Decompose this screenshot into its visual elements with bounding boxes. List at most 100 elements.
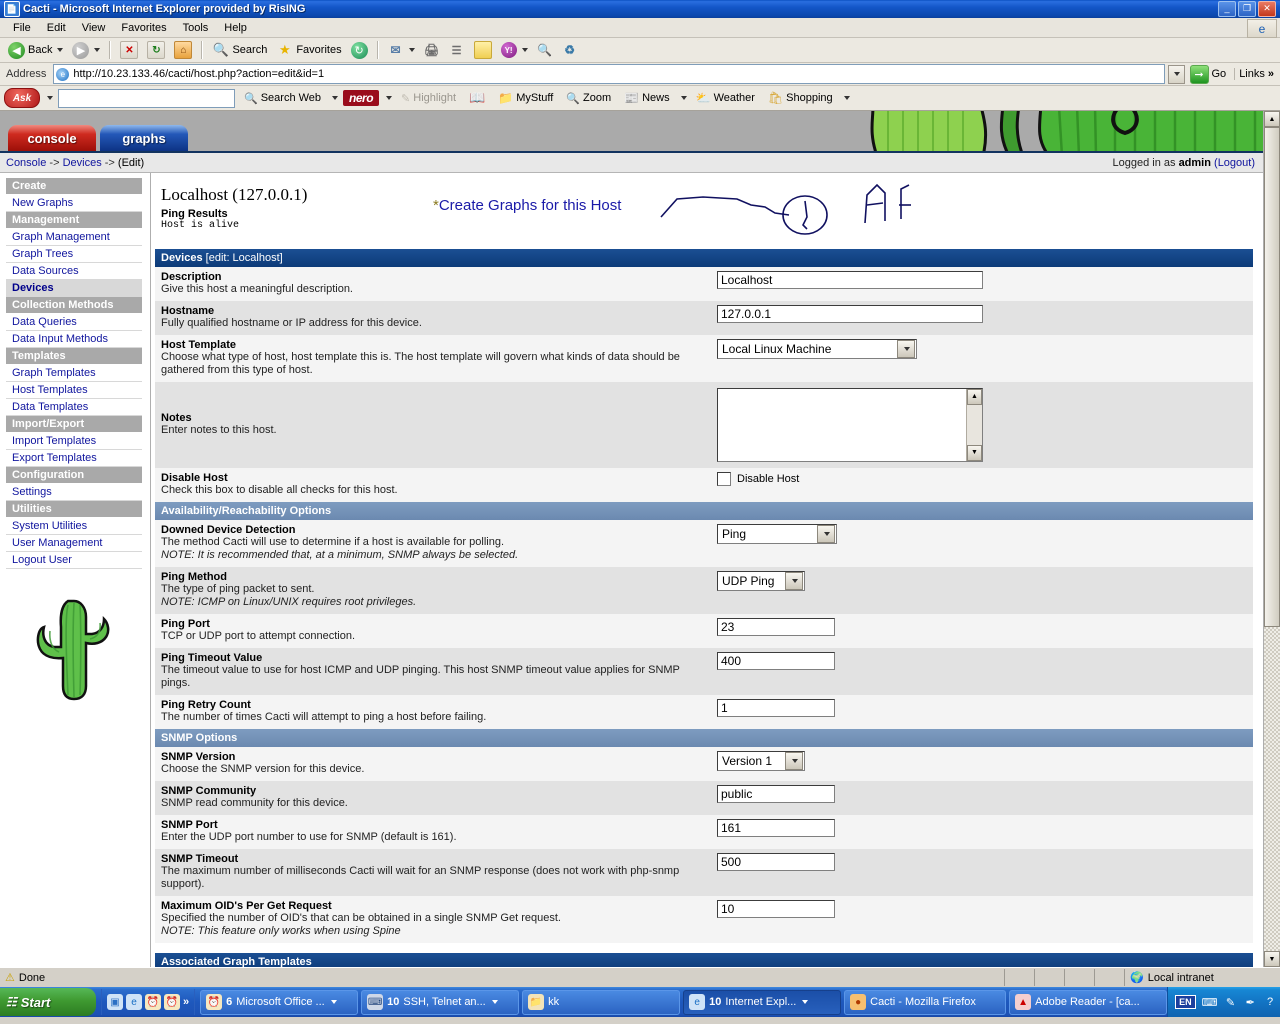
back-button[interactable]: ◀ Back <box>4 39 67 61</box>
discuss-button[interactable]: ♻ <box>558 39 582 61</box>
sidebar-item-graph-trees[interactable]: Graph Trees <box>6 246 142 263</box>
description-input[interactable] <box>717 271 983 289</box>
chevron-down-icon[interactable] <box>680 96 687 100</box>
snmp-port-input[interactable] <box>717 819 835 837</box>
language-indicator[interactable]: EN <box>1175 995 1196 1009</box>
sidebar-item-system-utilities[interactable]: System Utilities <box>6 518 142 535</box>
print-button[interactable]: 🖨 <box>420 39 444 61</box>
maximize-button[interactable]: ❐ <box>1238 1 1256 17</box>
links-bar[interactable]: Links » <box>1234 68 1278 80</box>
ping-method-select[interactable]: UDP Ping <box>717 571 805 591</box>
scrollbar-thumb[interactable] <box>1264 127 1280 627</box>
chevron-down-icon[interactable] <box>521 48 528 52</box>
zoom-button[interactable]: 🔍 Zoom <box>562 87 615 109</box>
scroll-up-button[interactable]: ▲ <box>1264 111 1280 127</box>
menu-view[interactable]: View <box>75 20 113 36</box>
task-button-adobe-reader[interactable]: ▲ Adobe Reader - [ca... <box>1009 989 1168 1015</box>
note-button[interactable] <box>470 39 496 61</box>
shopping-button[interactable]: 🛍 Shopping <box>764 87 837 109</box>
close-button[interactable]: ✕ <box>1258 1 1276 17</box>
sidebar-item-graph-templates[interactable]: Graph Templates <box>6 365 142 382</box>
ask-search-input[interactable] <box>58 88 235 108</box>
sidebar-item-data-templates[interactable]: Data Templates <box>6 399 142 416</box>
sidebar-item-devices[interactable]: Devices <box>6 280 142 297</box>
ask-menu-button[interactable]: 📖 <box>465 87 489 109</box>
edit-button[interactable]: ☰ <box>445 39 469 61</box>
sidebar-item-user-management[interactable]: User Management <box>6 535 142 552</box>
breadcrumb-devices[interactable]: Devices <box>63 157 102 169</box>
minimize-button[interactable]: _ <box>1218 1 1236 17</box>
ink-icon[interactable]: ✒ <box>1243 994 1257 1010</box>
snmp-version-select[interactable]: Version 1 <box>717 751 805 771</box>
search-web-button[interactable]: 🔍 Search Web <box>240 87 325 109</box>
logout-link[interactable]: (Logout) <box>1214 157 1255 169</box>
task-button-kk[interactable]: 📁 kk <box>522 989 681 1015</box>
downed-device-detection-select[interactable]: Ping <box>717 524 837 544</box>
quicklaunch-more-icon[interactable]: » <box>183 996 189 1008</box>
page-scrollbar[interactable]: ▲ ▼ <box>1263 111 1280 967</box>
menu-favorites[interactable]: Favorites <box>114 20 173 36</box>
ie-icon[interactable]: e <box>126 994 142 1010</box>
favorites-button[interactable]: ★ Favorites <box>272 39 345 61</box>
chevron-down-icon[interactable] <box>408 48 415 52</box>
chevron-down-icon[interactable] <box>94 48 101 52</box>
scrollbar-track[interactable] <box>1264 627 1280 951</box>
sidebar-item-data-input-methods[interactable]: Data Input Methods <box>6 331 142 348</box>
refresh-button[interactable]: ↻ <box>143 39 169 61</box>
mystuff-button[interactable]: 📁 MyStuff <box>494 87 557 109</box>
sidebar-item-data-queries[interactable]: Data Queries <box>6 314 142 331</box>
chevron-down-icon[interactable] <box>491 1000 498 1004</box>
snmp-timeout-input[interactable] <box>717 853 835 871</box>
scroll-up-icon[interactable]: ▲ <box>967 388 982 405</box>
go-button[interactable]: ➞ Go <box>1188 64 1232 84</box>
chevron-down-icon[interactable] <box>785 572 803 590</box>
start-button[interactable]: ☷ Start <box>0 988 96 1016</box>
task-button-firefox[interactable]: ● Cacti - Mozilla Firefox <box>844 989 1007 1015</box>
task-button-office[interactable]: ⏰ 6 Microsoft Office ... <box>200 989 359 1015</box>
sidebar-item-import-templates[interactable]: Import Templates <box>6 433 142 450</box>
menu-edit[interactable]: Edit <box>40 20 73 36</box>
snmp-community-input[interactable] <box>717 785 835 803</box>
news-button[interactable]: 📰 News <box>620 87 673 109</box>
task-button-ssh[interactable]: ⌨ 10 SSH, Telnet an... <box>361 989 520 1015</box>
show-desktop-icon[interactable]: ▣ <box>107 994 123 1010</box>
tab-console[interactable]: console <box>8 125 96 151</box>
menu-tools[interactable]: Tools <box>176 20 216 36</box>
host-template-select[interactable]: Local Linux Machine <box>717 339 917 359</box>
disable-host-checkbox[interactable] <box>717 472 731 486</box>
address-input[interactable]: e http://10.23.133.46/cacti/host.php?act… <box>53 64 1165 84</box>
hostname-input[interactable] <box>717 305 983 323</box>
chevron-down-icon[interactable] <box>386 96 393 100</box>
highlight-button[interactable]: ✎ Highlight <box>397 87 460 109</box>
pen-icon[interactable]: ✎ <box>1224 994 1238 1010</box>
menu-help[interactable]: Help <box>217 20 254 36</box>
max-oids-input[interactable] <box>717 900 835 918</box>
sidebar-item-new-graphs[interactable]: New Graphs <box>6 195 142 212</box>
ping-retry-count-input[interactable] <box>717 699 835 717</box>
research-button[interactable]: 🔍 <box>533 39 557 61</box>
keyboard-icon[interactable]: ⌨ <box>1202 994 1218 1010</box>
create-graphs-link[interactable]: *Create Graphs for this Host <box>433 197 621 214</box>
ping-timeout-input[interactable] <box>717 652 835 670</box>
sidebar-item-host-templates[interactable]: Host Templates <box>6 382 142 399</box>
address-dropdown-button[interactable] <box>1167 64 1185 84</box>
chevron-down-icon[interactable] <box>897 340 915 358</box>
breadcrumb-console[interactable]: Console <box>6 157 46 169</box>
mail-button[interactable]: ✉ <box>384 39 419 61</box>
stop-button[interactable]: ✕ <box>116 39 142 61</box>
chevron-down-icon[interactable] <box>843 96 850 100</box>
clock-icon-2[interactable]: ⏰ <box>164 994 180 1010</box>
links-chevron-icon[interactable]: » <box>1268 68 1274 80</box>
menu-file[interactable]: File <box>6 20 38 36</box>
scroll-down-icon[interactable]: ▼ <box>967 444 982 461</box>
chevron-down-icon[interactable] <box>57 48 64 52</box>
chevron-down-icon[interactable] <box>817 525 835 543</box>
messenger-button[interactable]: Y! <box>497 39 532 61</box>
scroll-down-button[interactable]: ▼ <box>1264 951 1280 967</box>
help-icon[interactable]: ? <box>1263 994 1277 1010</box>
chevron-down-icon[interactable] <box>47 96 53 100</box>
task-button-internet-explorer[interactable]: e 10 Internet Expl... <box>683 989 842 1015</box>
security-zone[interactable]: 🌍 Local intranet <box>1125 969 1280 986</box>
nero-logo[interactable]: nero <box>343 90 380 106</box>
forward-button[interactable]: ▶ <box>68 39 104 61</box>
